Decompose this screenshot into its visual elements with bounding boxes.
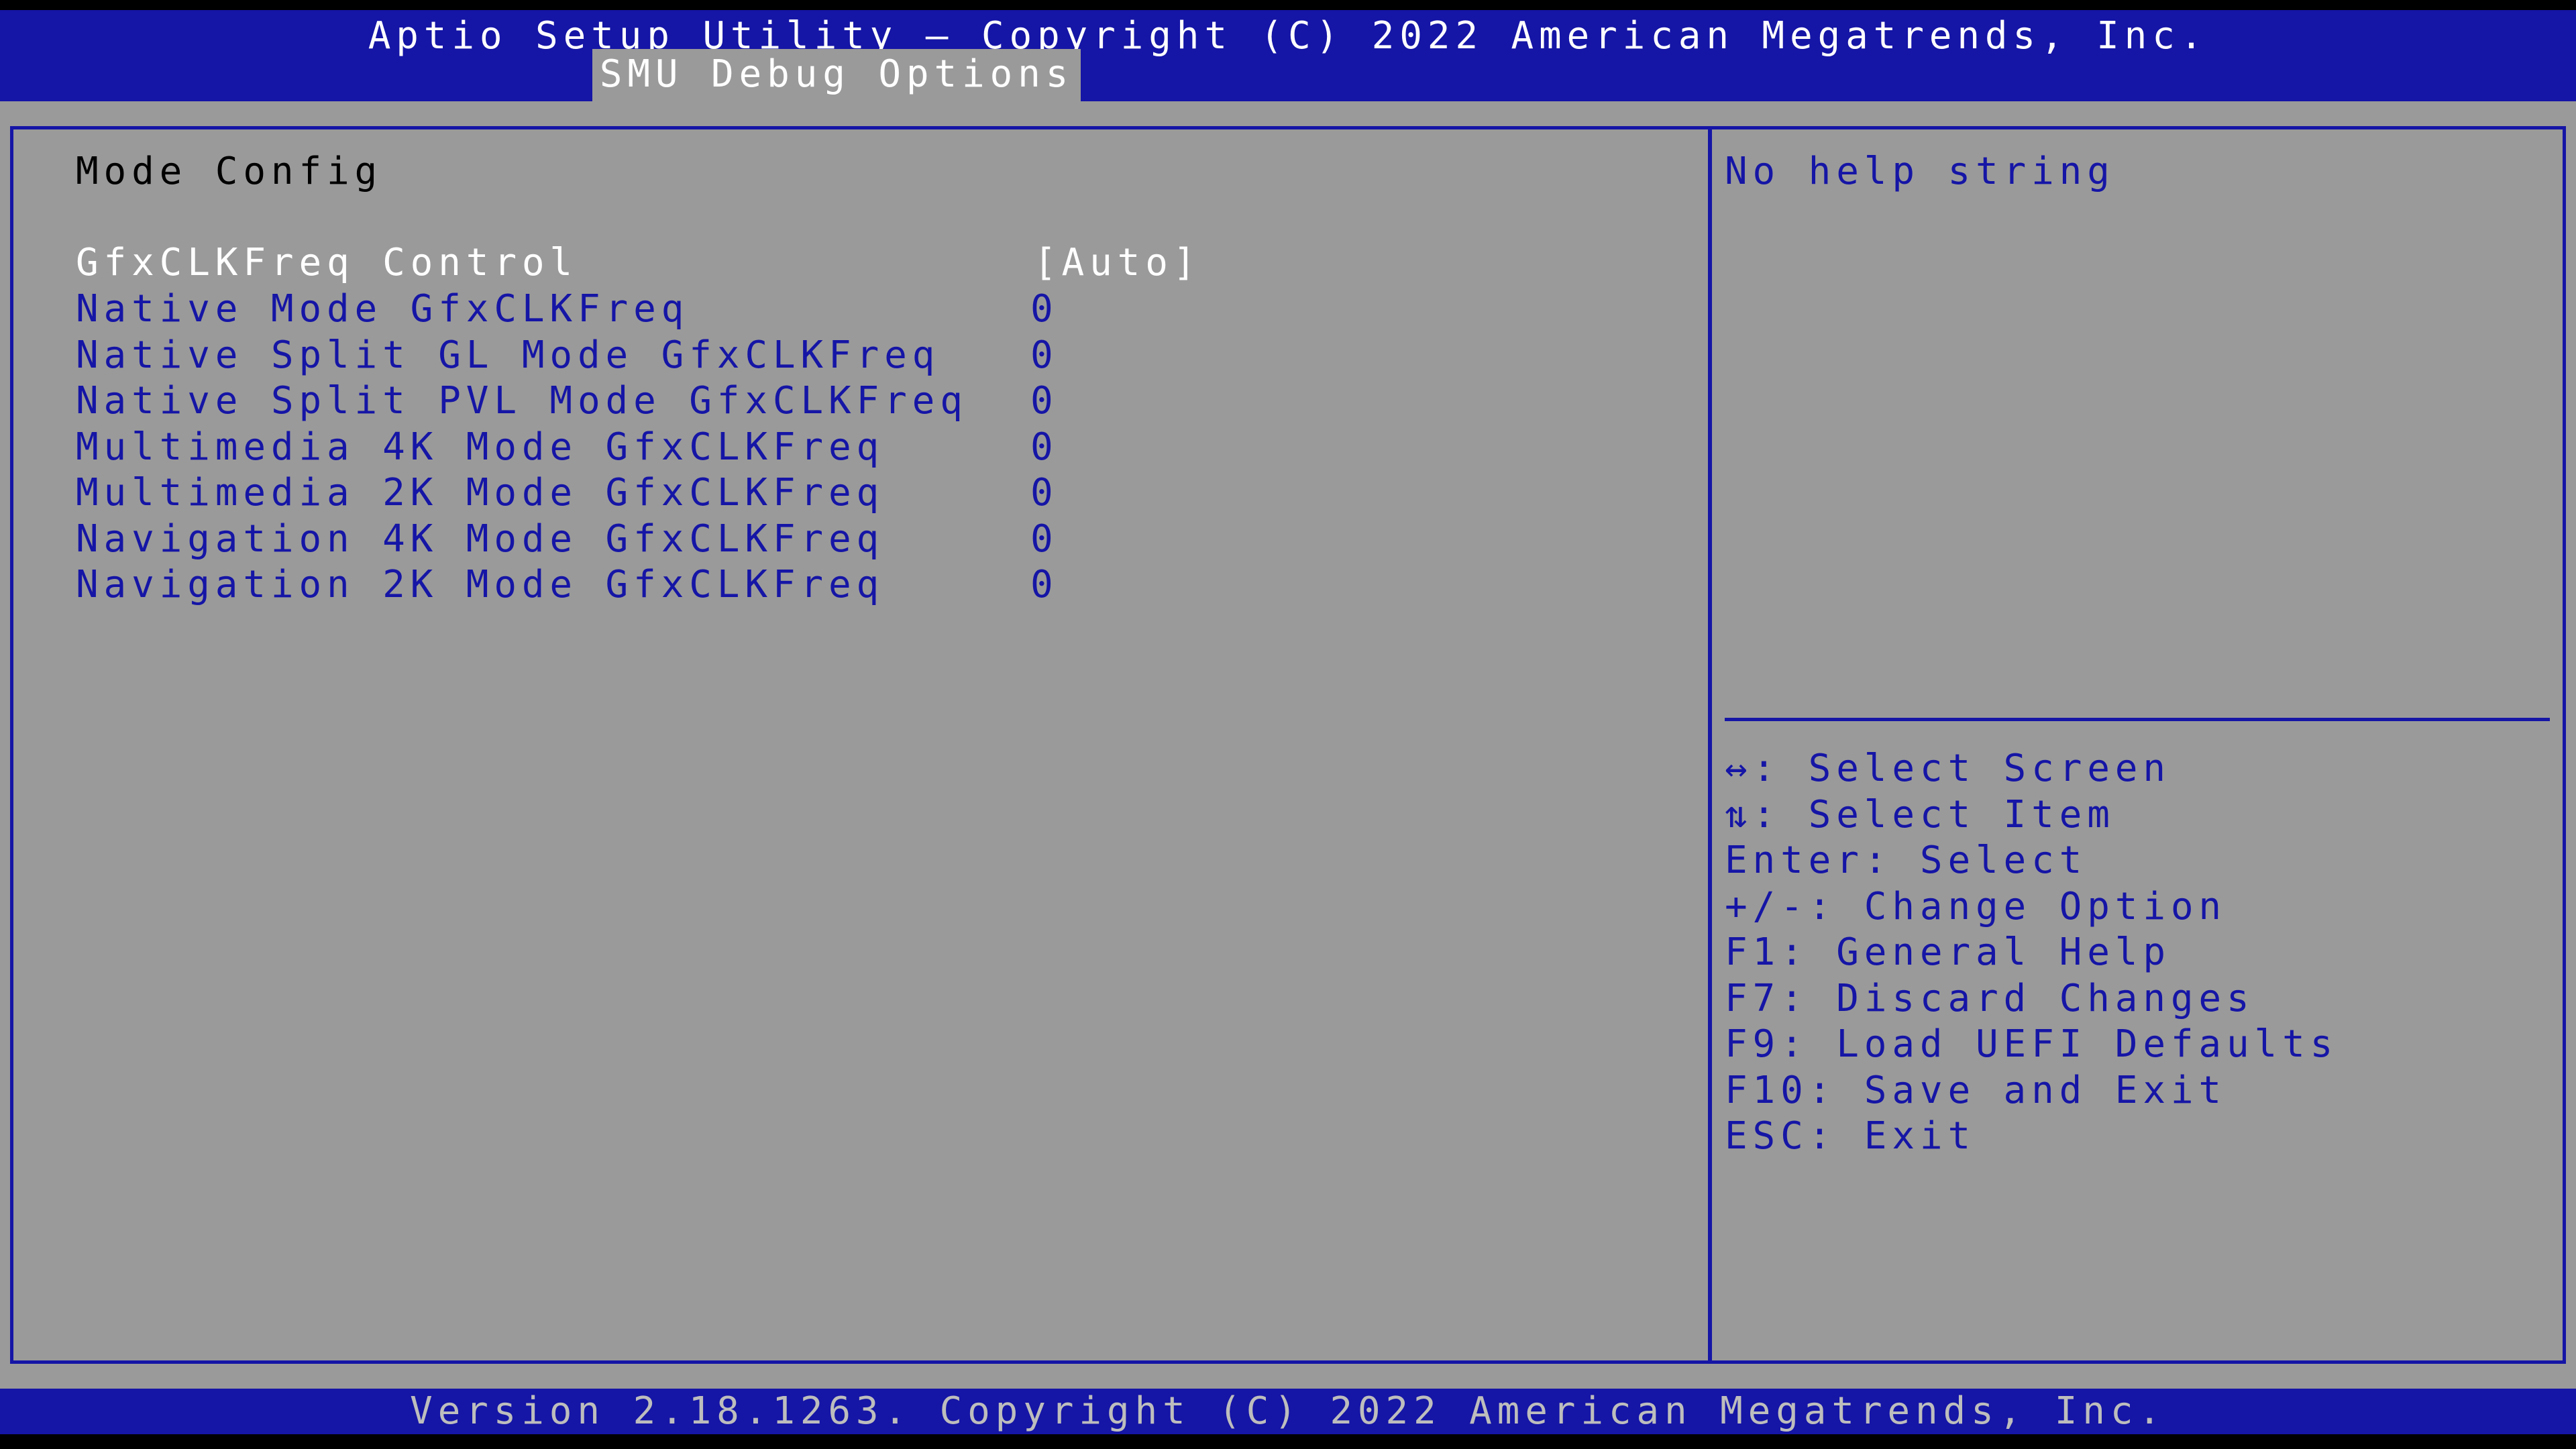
help-separator: [1725, 718, 2550, 721]
setting-multimedia-2k-mode-gfxclkfreq[interactable]: Multimedia 2K Mode GfxCLKFreq: [76, 470, 884, 516]
key-hint-select-screen: ↔: Select Screen: [1725, 747, 2171, 790]
key-hint-general-help: F1: General Help: [1725, 930, 2171, 974]
setting-value-native-mode-gfxclkfreq[interactable]: 0: [1030, 286, 1059, 332]
key-hint-change-option: +/-: Change Option: [1725, 885, 2226, 928]
setting-native-split-pvl-mode-gfxclkfreq[interactable]: Native Split PVL Mode GfxCLKFreq: [76, 378, 968, 424]
setting-value-native-split-pvl-mode-gfxclkfreq[interactable]: 0: [1030, 378, 1059, 424]
key-hint-load-defaults: F9: Load UEFI Defaults: [1725, 1022, 2339, 1066]
setting-value-native-split-gl-mode-gfxclkfreq[interactable]: 0: [1030, 333, 1059, 378]
setting-navigation-2k-mode-gfxclkfreq[interactable]: Navigation 2K Mode GfxCLKFreq: [76, 562, 884, 608]
help-panel: [1712, 126, 2566, 1364]
key-hint-discard-changes: F7: Discard Changes: [1725, 977, 2255, 1020]
setting-value-gfxclkfreq-control[interactable]: [Auto]: [1034, 240, 1201, 286]
setting-value-navigation-2k-mode-gfxclkfreq[interactable]: 0: [1030, 562, 1059, 608]
key-hint-save-and-exit: F10: Save and Exit: [1725, 1069, 2226, 1112]
key-hint-select-item: ⇅: Select Item: [1725, 793, 2115, 837]
version-footer: Version 2.18.1263. Copyright (C) 2022 Am…: [410, 1389, 2166, 1433]
setting-value-multimedia-4k-mode-gfxclkfreq[interactable]: 0: [1030, 425, 1059, 470]
setting-navigation-4k-mode-gfxclkfreq[interactable]: Navigation 4K Mode GfxCLKFreq: [76, 517, 884, 562]
key-hint-enter-select: Enter: Select: [1725, 839, 2088, 882]
setting-value-navigation-4k-mode-gfxclkfreq[interactable]: 0: [1030, 517, 1059, 562]
setting-multimedia-4k-mode-gfxclkfreq[interactable]: Multimedia 4K Mode GfxCLKFreq: [76, 425, 884, 470]
tab-smu-debug-options[interactable]: SMU Debug Options: [592, 49, 1081, 101]
setting-value-multimedia-2k-mode-gfxclkfreq[interactable]: 0: [1030, 470, 1059, 516]
setting-native-split-gl-mode-gfxclkfreq[interactable]: Native Split GL Mode GfxCLKFreq: [76, 333, 940, 378]
setting-native-mode-gfxclkfreq[interactable]: Native Mode GfxCLKFreq: [76, 286, 689, 332]
section-title-mode-config: Mode Config: [76, 150, 383, 193]
help-string: No help string: [1725, 150, 2115, 193]
setting-gfxclkfreq-control[interactable]: GfxCLKFreq Control: [76, 240, 578, 286]
key-hint-esc-exit: ESC: Exit: [1725, 1114, 1976, 1158]
window-title: Aptio Setup Utility – Copyright (C) 2022…: [368, 14, 2208, 58]
